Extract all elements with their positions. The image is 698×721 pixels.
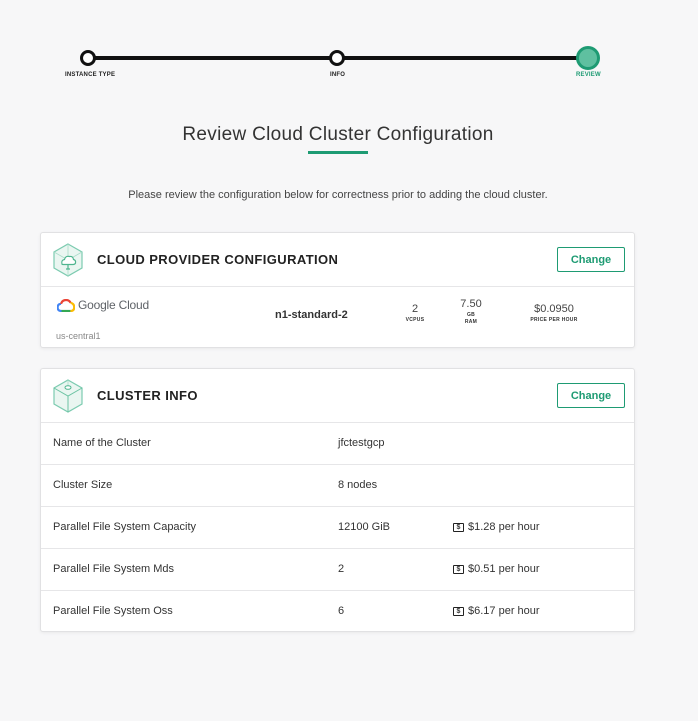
provider-name: Google Cloud: [78, 298, 149, 312]
provider-region: us-central1: [56, 331, 101, 341]
progress-stepper: INSTANCE TYPE INFO REVIEW: [0, 0, 698, 90]
provider-details: Google Cloud us-central1 n1-standard-2 2…: [41, 287, 634, 348]
cluster-info-card-title: CLUSTER INFO: [97, 388, 198, 403]
price-unit: PRICE PER HOUR: [530, 317, 578, 323]
change-cluster-button[interactable]: Change: [557, 383, 625, 408]
row-value: jfctestgcp: [338, 437, 385, 449]
row-label: Parallel File System Mds: [53, 563, 175, 575]
row-label: Name of the Cluster: [53, 437, 151, 449]
ram-value: 7.50: [460, 298, 482, 310]
cloud-provider-card-header: CLOUD PROVIDER CONFIGURATION Change: [41, 233, 634, 287]
step-review-label: REVIEW: [576, 72, 601, 78]
google-cloud-logo: Google Cloud: [57, 298, 149, 312]
dollar-bill-icon: $: [453, 606, 464, 616]
row-price-text: $0.51 per hour: [468, 563, 540, 575]
row-price: $ $0.51 per hour: [453, 563, 540, 575]
page-subtitle: Please review the configuration below fo…: [128, 189, 548, 201]
google-cloud-icon: [57, 298, 75, 312]
step-info-dot[interactable]: [329, 50, 345, 66]
table-row: Cluster Size 8 nodes: [41, 465, 634, 507]
ram-spec: 7.50 GB RAM: [455, 298, 487, 325]
price-value: $0.0950: [534, 303, 574, 315]
cluster-info-card: CLUSTER INFO Change Name of the Cluster …: [40, 368, 635, 632]
table-row: Parallel File System Capacity 12100 GiB …: [41, 507, 634, 549]
row-price-text: $6.17 per hour: [468, 605, 540, 617]
row-value: 6: [338, 605, 345, 617]
dollar-bill-icon: $: [453, 522, 464, 532]
title-underline: [308, 151, 368, 154]
cluster-info-card-header: CLUSTER INFO Change: [41, 369, 634, 423]
row-price-text: $1.28 per hour: [468, 521, 540, 533]
cloud-provider-card-title: CLOUD PROVIDER CONFIGURATION: [97, 252, 339, 267]
step-instance-type-label: INSTANCE TYPE: [65, 72, 116, 78]
dollar-bill-icon: $: [453, 564, 464, 574]
table-row: Parallel File System Mds 2 $ $0.51 per h…: [41, 549, 634, 591]
page-title: Review Cloud Cluster Configuration: [182, 124, 494, 145]
step-instance-type-dot[interactable]: [80, 50, 96, 66]
row-label: Cluster Size: [53, 479, 113, 491]
vcpu-value: 2: [411, 303, 419, 315]
row-value: 8 nodes: [338, 479, 378, 491]
row-label: Parallel File System Oss: [53, 605, 173, 617]
row-label: Parallel File System Capacity: [53, 521, 197, 533]
machine-type: n1-standard-2: [275, 309, 348, 321]
cloud-box-icon: [53, 243, 83, 277]
vcpu-unit: VCPUS: [405, 317, 425, 323]
step-review-dot: [576, 46, 600, 70]
row-price: $ $6.17 per hour: [453, 605, 540, 617]
row-price: $ $1.28 per hour: [453, 521, 540, 533]
vcpu-spec: 2 VCPUS: [403, 303, 427, 323]
ram-unit-label: RAM: [464, 319, 478, 325]
step-info-label: INFO: [330, 72, 346, 78]
price-spec: $0.0950 PRICE PER HOUR: [525, 303, 583, 323]
cluster-box-icon: [53, 379, 83, 413]
table-row: Parallel File System Oss 6 $ $6.17 per h…: [41, 591, 634, 633]
ram-unit-gb: GB: [466, 312, 476, 318]
table-row: Name of the Cluster jfctestgcp: [41, 423, 634, 465]
row-value: 2: [338, 563, 345, 575]
change-provider-button[interactable]: Change: [557, 247, 625, 272]
cloud-provider-card: CLOUD PROVIDER CONFIGURATION Change Goog…: [40, 232, 635, 348]
row-value: 12100 GiB: [338, 521, 390, 533]
